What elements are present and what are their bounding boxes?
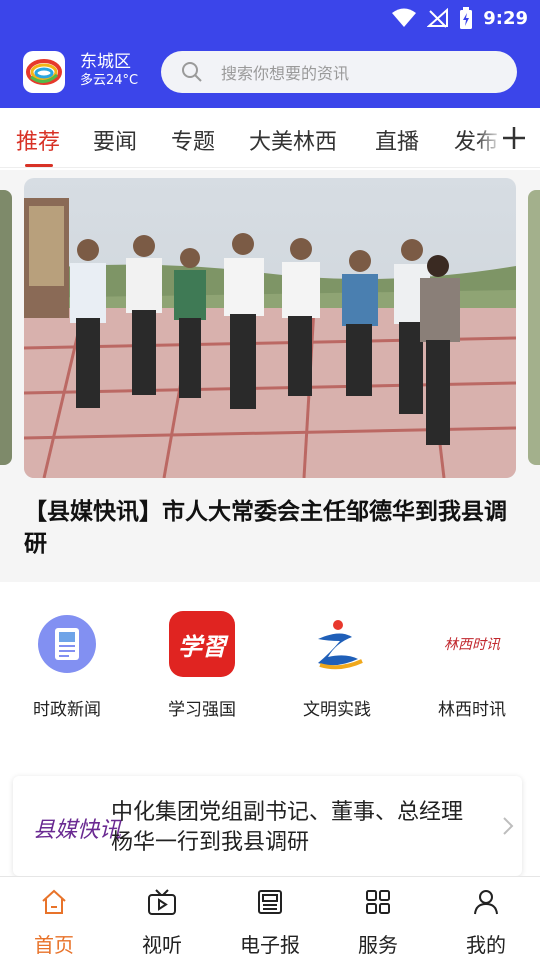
quick-links: 时政新闻 学習 学习强国 文明实践 林西时讯 林西时讯 — [0, 585, 540, 755]
home-icon — [42, 889, 66, 914]
news-card-brand-logo: 县媒快讯 — [33, 818, 122, 843]
nav-profile[interactable]: 我的 — [436, 885, 536, 958]
linxi-logo-text: 林西时讯 — [444, 637, 500, 653]
location-weather[interactable]: 东城区 多云24°C — [80, 52, 138, 90]
linxi-logo-icon: 林西时讯 — [439, 611, 505, 677]
wifi-icon — [392, 8, 417, 27]
tab-live[interactable]: 直播 — [375, 124, 419, 156]
nav-label: 首页 — [34, 933, 74, 957]
news-card[interactable]: 县媒快讯 中化集团党组副书记、董事、总经理杨华一行到我县调研 — [13, 776, 522, 876]
weather-text: 多云24°C — [80, 73, 139, 88]
quick-link-label: 林西时讯 — [438, 700, 506, 720]
bottom-navigation: 首页 视听 电子报 服务 我的 — [0, 876, 540, 960]
prev-slide-peek[interactable] — [0, 190, 12, 465]
search-icon — [182, 62, 202, 82]
add-channel-icon[interactable] — [498, 122, 530, 154]
news-card-title: 中化集团党组副书记、董事、总经理杨华一行到我县调研 — [111, 800, 464, 855]
category-tabs: 推荐 要闻 专题 大美林西 直播 发布 — [0, 108, 540, 168]
grid-icon — [366, 890, 390, 914]
next-slide-peek[interactable] — [528, 190, 540, 465]
quick-link-label: 学习强国 — [168, 700, 236, 720]
featured-photo — [24, 178, 516, 478]
nav-label: 电子报 — [240, 933, 300, 957]
nav-label: 服务 — [358, 933, 398, 957]
app-logo-icon — [26, 59, 62, 85]
user-icon — [474, 890, 498, 915]
nav-label: 视听 — [142, 933, 182, 957]
nav-services[interactable]: 服务 — [328, 885, 428, 958]
quick-link-label: 时政新闻 — [33, 700, 101, 720]
featured-carousel: 【县媒快讯】市人大常委会主任邹德华到我县调研 — [0, 170, 540, 582]
chevron-right-icon — [503, 817, 514, 835]
battery-icon — [460, 7, 473, 29]
status-time: 9:29 — [483, 7, 528, 29]
tab-news[interactable]: 要闻 — [93, 124, 137, 156]
nav-epaper[interactable]: 电子报 — [220, 885, 320, 958]
no-signal-icon — [427, 8, 449, 28]
quick-link-label: 文明实践 — [303, 700, 371, 720]
quick-link-politics-news[interactable]: 时政新闻 — [7, 611, 127, 720]
tab-recommend[interactable]: 推荐 — [16, 124, 60, 156]
app-header: 9:29 东城区 多云24°C 搜索你想要的资讯 — [0, 0, 540, 108]
tab-topics[interactable]: 专题 — [171, 124, 215, 156]
nav-home[interactable]: 首页 — [4, 885, 104, 958]
nav-media[interactable]: 视听 — [112, 885, 212, 958]
app-logo[interactable] — [23, 51, 65, 93]
wenming-logo-icon — [304, 611, 370, 677]
quick-link-linxi-news[interactable]: 林西时讯 林西时讯 — [412, 611, 532, 720]
politics-news-icon — [34, 611, 100, 677]
quick-link-xuexi[interactable]: 学習 学习强国 — [142, 611, 262, 720]
newspaper-icon — [258, 890, 282, 914]
active-tab-indicator — [25, 164, 53, 167]
location-city: 东城区 — [80, 52, 131, 72]
xuexi-logo-icon: 学習 — [169, 611, 235, 677]
status-bar: 9:29 — [391, 4, 528, 32]
xuexi-logo-text: 学習 — [178, 631, 226, 661]
featured-slide-image[interactable] — [24, 178, 516, 478]
featured-headline[interactable]: 【县媒快讯】市人大常委会主任邹德华到我县调研 — [24, 496, 514, 560]
search-placeholder: 搜索你想要的资讯 — [221, 64, 350, 83]
tv-icon — [148, 889, 176, 915]
quick-link-civilization[interactable]: 文明实践 — [277, 611, 397, 720]
tab-linxi[interactable]: 大美林西 — [249, 124, 337, 156]
nav-label: 我的 — [466, 933, 506, 957]
search-bar[interactable]: 搜索你想要的资讯 — [161, 51, 517, 93]
